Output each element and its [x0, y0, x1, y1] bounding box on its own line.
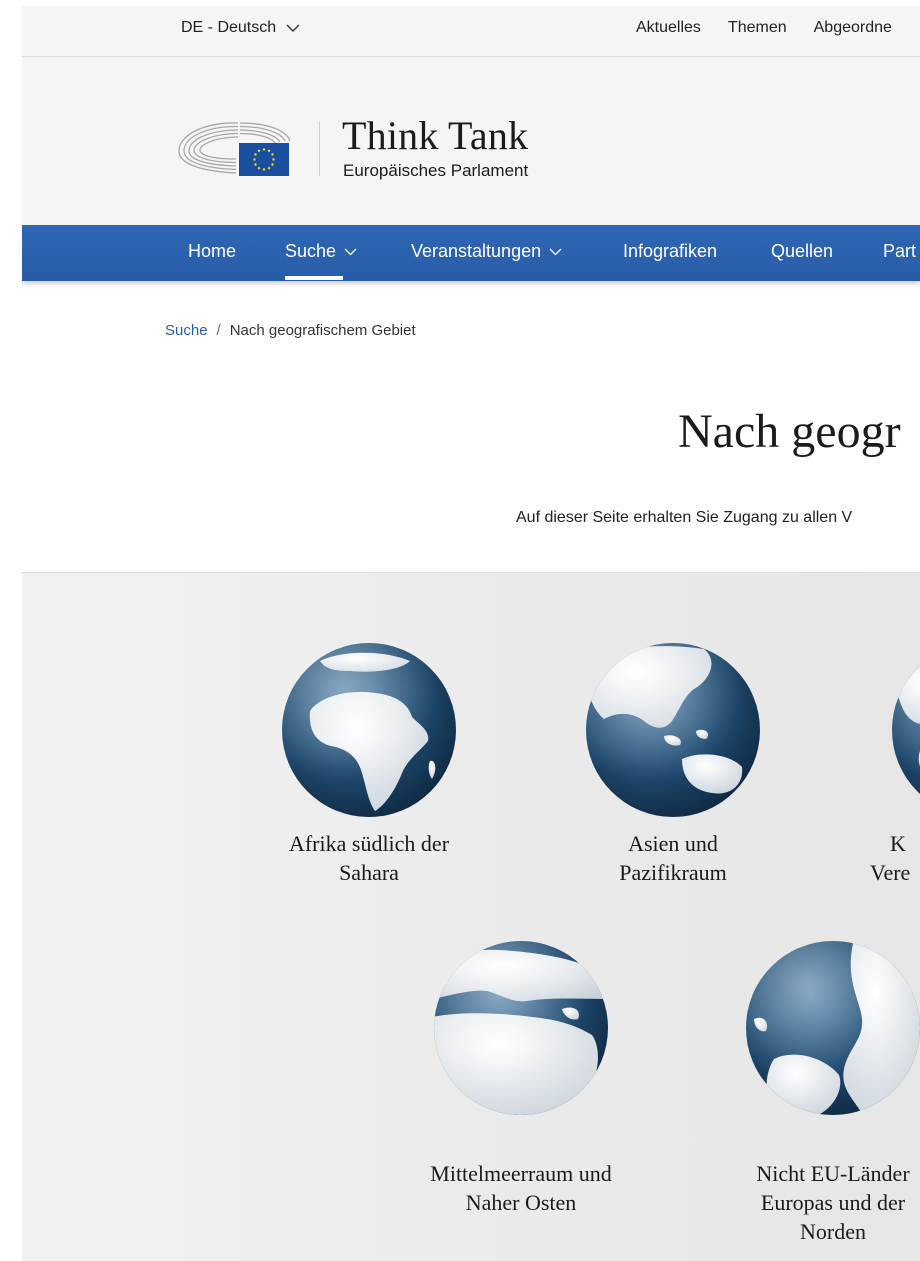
- site-header: Think Tank Europäisches Parlament: [22, 57, 920, 225]
- chevron-down-icon: [549, 248, 562, 255]
- intro-text: Auf dieser Seite erhalten Sie Zugang zu …: [516, 509, 853, 526]
- nav-item-quellen[interactable]: Quellen: [771, 241, 833, 262]
- region-label-line: Vere: [870, 860, 911, 885]
- globe-europe-north-icon: [746, 941, 920, 1115]
- page: DE - Deutsch Aktuelles Themen Abgeordne: [22, 6, 920, 1261]
- nav-label-suche: Suche: [285, 241, 337, 261]
- region-card-mediterranean[interactable]: Mittelmeerraum und Naher Osten: [401, 939, 641, 1217]
- globe-africa-icon: [282, 643, 456, 817]
- nav-item-infografiken[interactable]: Infografiken: [623, 241, 717, 262]
- top-bar: DE - Deutsch Aktuelles Themen Abgeordne: [22, 6, 920, 57]
- region-label-line: Sahara: [339, 860, 399, 885]
- region-label-mediterranean: Mittelmeerraum und Naher Osten: [401, 1159, 641, 1217]
- region-card-non-eu-europe[interactable]: Nicht EU-Länder Europas und der Norden: [722, 939, 920, 1246]
- main-nav: Home Suche Veranstaltungen Infografiken …: [22, 225, 920, 281]
- parliament-logo[interactable]: [174, 117, 292, 181]
- logo-divider: [319, 121, 320, 176]
- region-card-asia[interactable]: Asien und Pazifikraum: [562, 641, 784, 887]
- region-label-line: Pazifikraum: [619, 860, 727, 885]
- region-card-africa[interactable]: Afrika südlich der Sahara: [258, 641, 480, 887]
- region-label-asia: Asien und Pazifikraum: [562, 829, 784, 887]
- top-links: Aktuelles Themen Abgeordne: [636, 19, 892, 37]
- globe-mediterranean-icon: [434, 941, 608, 1115]
- nav-label-veranstaltungen: Veranstaltungen: [411, 241, 542, 261]
- nav-label-quellen: Quellen: [771, 241, 834, 261]
- brand-subtitle: Europäisches Parlament: [343, 161, 529, 180]
- region-label-line: Afrika südlich der: [288, 831, 450, 856]
- regions-section: Afrika südlich der Sahara Asien und Pazi…: [22, 572, 920, 1261]
- region-label-africa: Afrika südlich der Sahara: [258, 829, 480, 887]
- globe-third-icon: [892, 665, 920, 794]
- brand-title[interactable]: Think Tank: [342, 112, 528, 159]
- region-label-line: Naher Osten: [465, 1190, 577, 1215]
- chevron-down-icon: [344, 248, 357, 255]
- region-label-line: K: [890, 831, 906, 856]
- breadcrumb: Suche / Nach geografischem Gebiet: [165, 322, 416, 339]
- nav-active-indicator: [285, 276, 343, 280]
- top-link-abgeordnete[interactable]: Abgeordne: [814, 19, 892, 37]
- nav-item-veranstaltungen[interactable]: Veranstaltungen: [411, 241, 562, 262]
- globe-asia-icon: [586, 643, 760, 817]
- top-link-themen[interactable]: Themen: [728, 19, 787, 37]
- region-label-third: K Vere: [868, 829, 920, 887]
- nav-item-suche[interactable]: Suche: [285, 241, 357, 262]
- nav-label-home: Home: [188, 241, 237, 261]
- region-label-line: Norden: [800, 1219, 866, 1244]
- region-label-non-eu-europe: Nicht EU-Länder Europas und der Norden: [722, 1159, 920, 1246]
- chevron-down-icon: [286, 24, 300, 32]
- region-label-line: Europas und der: [760, 1190, 906, 1215]
- nav-item-partner[interactable]: Part: [883, 241, 916, 262]
- region-card-third[interactable]: K Vere: [868, 641, 920, 887]
- language-selector[interactable]: DE - Deutsch: [181, 19, 300, 37]
- region-label-line: Mittelmeerraum und: [430, 1161, 612, 1186]
- breadcrumb-separator: /: [216, 322, 221, 339]
- region-label-line: Nicht EU-Länder: [756, 1161, 910, 1186]
- page-title: Nach geogr: [678, 405, 901, 458]
- nav-label-infografiken: Infografiken: [623, 241, 718, 261]
- nav-label-partner: Part: [883, 241, 917, 261]
- region-label-line: Asien und: [628, 831, 718, 856]
- nav-item-home[interactable]: Home: [188, 241, 236, 262]
- top-link-aktuelles[interactable]: Aktuelles: [636, 19, 701, 37]
- breadcrumb-current: Nach geografischem Gebiet: [229, 322, 416, 339]
- breadcrumb-link-suche[interactable]: Suche: [165, 322, 208, 339]
- language-label: DE - Deutsch: [181, 19, 277, 36]
